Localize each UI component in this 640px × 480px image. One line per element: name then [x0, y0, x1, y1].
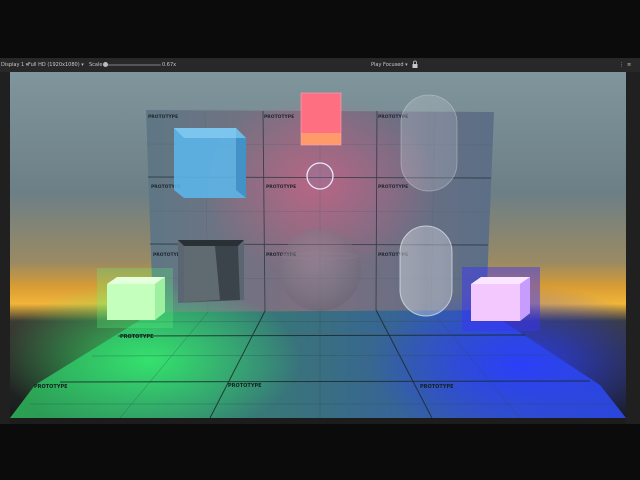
red-cube — [300, 92, 342, 146]
game-viewport[interactable]: PROTOTYPE PROTOTYPE PROTOTYPE PROTOTYPE … — [10, 72, 626, 418]
floor-texture-label: PROTOTYPE — [34, 384, 68, 390]
game-view-toolbar: Display 1 ▾ Full HD (1920x1080) ▾ Scale … — [0, 58, 640, 73]
large-glass-sphere — [279, 229, 361, 311]
small-glass-sphere — [306, 162, 334, 190]
viewport-border-left — [0, 72, 10, 424]
glass-capsule-upper — [400, 94, 458, 192]
resolution-label: Full HD (1920x1080) — [28, 62, 80, 68]
chevron-down-icon: ▾ — [405, 62, 408, 68]
display-dropdown[interactable]: Display 1 ▾ — [1, 58, 28, 72]
play-mode-label: Play Focused — [371, 62, 404, 68]
pink-cube — [462, 267, 540, 331]
blue-cube — [174, 128, 246, 198]
floor-texture-label: PROTOTYPE — [120, 334, 154, 340]
display-label: Display 1 — [1, 62, 25, 68]
green-cube — [97, 268, 173, 328]
scale-label: Scale — [89, 62, 103, 68]
scale-value: 0.67x — [162, 62, 177, 68]
wall-texture-label: PROTOTYPE — [378, 184, 408, 190]
letterbox-top — [0, 0, 640, 58]
scale-slider-thumb[interactable] — [103, 62, 108, 67]
wall-texture-label: PROTOTYPE — [266, 184, 296, 190]
menu-icon[interactable]: ⋮ — [619, 58, 624, 72]
letterbox-bottom — [0, 424, 640, 480]
dark-cube — [178, 240, 244, 303]
floor-texture-label: PROTOTYPE — [420, 384, 454, 390]
chevron-down-icon: ▾ — [81, 62, 84, 68]
resolution-dropdown[interactable]: Full HD (1920x1080) ▾ — [28, 58, 84, 72]
glass-capsule-lower — [399, 225, 453, 317]
play-mode-dropdown[interactable]: Play Focused ▾ — [371, 58, 408, 72]
floor-texture-label: PROTOTYPE — [228, 383, 262, 389]
wall-texture-label: PROTOTYPE — [148, 114, 178, 120]
scale-slider[interactable] — [107, 64, 161, 66]
dropdown-icon[interactable]: ≡ — [627, 58, 631, 72]
viewport-border-right — [626, 72, 640, 424]
wall-texture-label: PROTOTYPE — [264, 114, 294, 120]
